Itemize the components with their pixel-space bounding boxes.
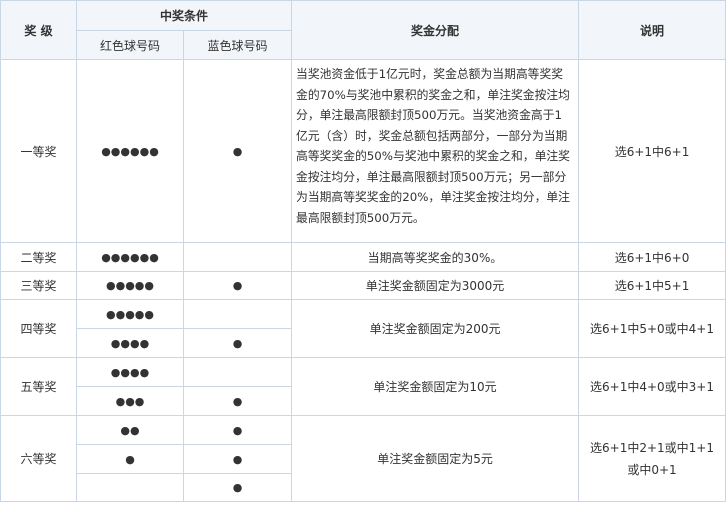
header-red: 红色球号码 [76,30,184,60]
header-note: 说明 [578,0,727,60]
blue-balls: ● [182,473,293,502]
red-balls: ●●●●●● [76,59,184,243]
prize-table: 奖 级 中奖条件 奖金分配 说明 红色球号码 蓝色球号码 一等奖 ●●●●●● … [0,0,727,502]
prize-distribution: 当奖池资金低于1亿元时，奖金总额为当期高等奖奖金的70%与奖池中累积的奖金之和，… [291,59,580,243]
table-row: 一等奖 ●●●●●● ● 当奖池资金低于1亿元时，奖金总额为当期高等奖奖金的70… [0,59,727,243]
red-balls: ● [76,444,184,474]
prize-note: 选6+1中5+1 [578,271,727,300]
prize-note: 选6+1中5+0或中4+1 [578,299,727,358]
prize-level: 三等奖 [0,271,77,300]
prize-distribution: 单注奖金额固定为5元 [291,415,580,502]
table-row: 三等奖 ●●●●● ● 单注奖金额固定为3000元 选6+1中5+1 [0,271,727,300]
blue-balls: ● [182,271,293,300]
header-distribution: 奖金分配 [291,0,580,60]
blue-balls [182,299,293,329]
prize-distribution: 单注奖金额固定为10元 [291,357,580,416]
prize-note: 选6+1中4+0或中3+1 [578,357,727,416]
blue-balls [182,357,293,387]
red-balls: ●●●● [76,357,184,387]
prize-level: 六等奖 [0,415,77,502]
prize-distribution: 单注奖金额固定为3000元 [291,271,580,300]
red-balls: ●● [76,415,184,445]
prize-note: 选6+1中6+0 [578,242,727,272]
prize-level: 四等奖 [0,299,77,358]
prize-level: 二等奖 [0,242,77,272]
blue-balls: ● [182,444,293,474]
blue-balls: ● [182,59,293,243]
table-row: 六等奖 ●● ● 单注奖金额固定为5元 选6+1中2+1或中1+1或中0+1 [0,415,727,502]
red-balls: ●●●●● [76,299,184,329]
table-row: 四等奖 ●●●●● 单注奖金额固定为200元 选6+1中5+0或中4+1 [0,299,727,358]
prize-level: 一等奖 [0,59,77,243]
red-balls [76,473,184,502]
blue-balls [182,242,293,272]
red-balls: ●●●●●● [76,242,184,272]
red-balls: ●●●●● [76,271,184,300]
prize-note: 选6+1中6+1 [578,59,727,243]
table-row: 五等奖 ●●●● 单注奖金额固定为10元 选6+1中4+0或中3+1 [0,357,727,416]
prize-distribution: 单注奖金额固定为200元 [291,299,580,358]
red-balls: ●●●● [76,328,184,358]
table-row: 二等奖 ●●●●●● 当期高等奖奖金的30%。 选6+1中6+0 [0,242,727,272]
prize-note: 选6+1中2+1或中1+1或中0+1 [578,415,727,502]
blue-balls: ● [182,415,293,445]
header-blue: 蓝色球号码 [182,30,293,60]
blue-balls: ● [182,386,293,416]
header-level: 奖 级 [0,0,77,60]
prize-level: 五等奖 [0,357,77,416]
header-condition: 中奖条件 [75,0,293,31]
blue-balls: ● [182,328,293,358]
prize-distribution: 当期高等奖奖金的30%。 [291,242,580,272]
red-balls: ●●● [76,386,184,416]
